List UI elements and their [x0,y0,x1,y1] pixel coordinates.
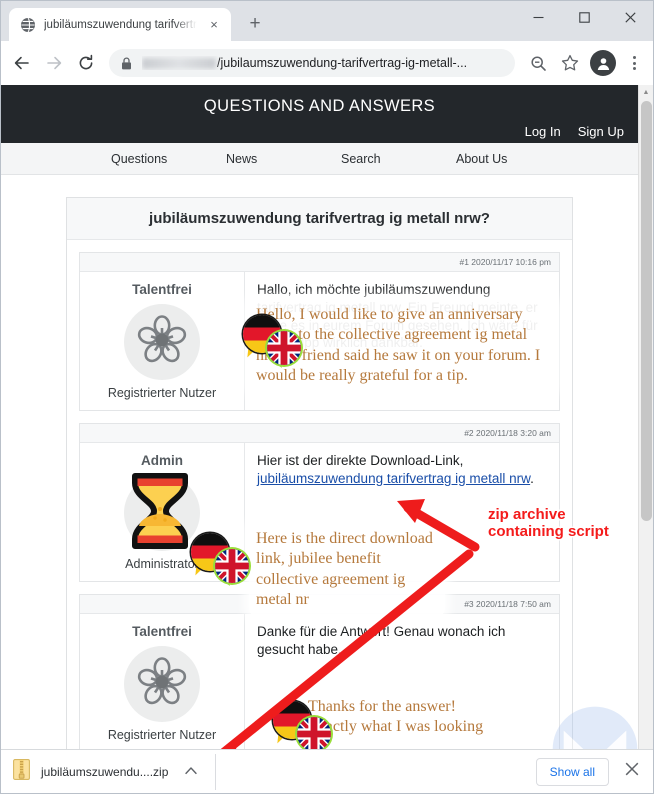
star-icon[interactable] [555,48,585,78]
profile-avatar-icon[interactable] [590,50,616,76]
download-file-name: jubiläumszuwendu....zip [41,764,169,779]
hourglass-icon [123,468,197,559]
post-body-suffix: . [530,470,534,486]
lock-icon [121,56,133,70]
zip-file-icon [13,758,30,785]
nav-item-search[interactable]: Search [341,152,456,166]
url-path: /jubilaumszuwendung-tarifvertrag-ig-meta… [217,56,468,70]
avatar [124,472,200,551]
browser-toolbar: /jubilaumszuwendung-tarifvertrag-ig-meta… [1,41,653,85]
download-bar: jubiläumszuwendu....zip Show all [1,749,653,793]
download-link[interactable]: jubiläumszuwendung tarifvertrag ig metal… [257,471,530,486]
close-icon[interactable]: × [205,16,223,34]
login-link[interactable]: Log In [525,124,561,139]
post-author-name: Talentfrei [132,624,192,639]
uk-flag-icon [267,331,301,365]
search-minus-icon[interactable] [523,48,553,78]
auth-links: Log In Sign Up [525,124,624,139]
url-text: /jubilaumszuwendung-tarifvertrag-ig-meta… [142,56,467,70]
chevron-up-icon[interactable] [185,766,198,778]
annotation-line-1: zip archive [488,506,566,523]
flower-icon [134,654,190,715]
uk-flag-icon [215,549,249,583]
nav-item-questions[interactable]: Questions [111,152,226,166]
page-viewport: QUESTIONS AND ANSWERS Log In Sign Up Que… [1,85,653,791]
browser-window: jubiläumszuwendung tarifvertrag × + /jub… [0,0,654,794]
site-title: QUESTIONS AND ANSWERS [203,97,436,115]
uk-flag-icon [297,717,331,751]
post-author-block: Talentfrei Registrierter Nutzer [80,614,245,752]
download-item[interactable]: jubiläumszuwendu....zip [13,757,198,787]
address-bar[interactable]: /jubilaumszuwendung-tarifvertrag-ig-meta… [109,49,515,77]
post-meta: #2 2020/11/18 3:20 am [80,424,559,443]
close-window-button[interactable] [607,1,653,33]
thread-container: jubiläumszuwendung tarifvertrag ig metal… [66,197,573,778]
page-scrollbar[interactable]: ▲ [638,85,653,791]
avatar [124,304,200,380]
reload-button[interactable] [71,48,101,78]
post-author-role: Registrierter Nutzer [107,386,217,400]
flower-icon [134,312,190,373]
download-bar-actions: Show all [535,757,641,786]
post-author-block: Talentfrei Registrierter Nutzer [80,272,245,410]
web-page: QUESTIONS AND ANSWERS Log In Sign Up Que… [1,85,638,791]
divider [215,753,217,790]
maximize-button[interactable] [561,1,607,33]
translation-overlay-2: Here is the direct download link, jubile… [249,525,445,615]
close-download-bar-icon[interactable] [623,762,641,781]
nav-item-news[interactable]: News [226,152,341,166]
site-nav: Questions News Search About Us [1,143,638,175]
page-title: jubiläumszuwendung tarifvertrag ig metal… [67,198,572,240]
avatar [124,646,200,722]
site-header: QUESTIONS AND ANSWERS Log In Sign Up [1,85,638,143]
translate-flags-2 [191,533,253,588]
show-all-button[interactable]: Show all [535,757,609,786]
forward-button[interactable] [39,48,69,78]
new-tab-button[interactable]: + [241,10,269,38]
browser-tab[interactable]: jubiläumszuwendung tarifvertrag × [9,8,231,41]
nav-item-about-us[interactable]: About Us [456,152,571,166]
signup-link[interactable]: Sign Up [578,124,624,139]
window-controls [515,1,653,33]
globe-icon [20,17,36,33]
page-content: jubiläumszuwendung tarifvertrag ig metal… [1,175,638,778]
post-body-text: Danke für die Antwort! Genau wonach ich … [257,624,506,657]
redacted-domain [142,57,216,69]
post-meta: #1 2020/11/17 10:16 pm [80,253,559,272]
minimize-button[interactable] [515,1,561,33]
back-button[interactable] [7,48,37,78]
post-body-text: Hier ist der direkte Download-Link, [257,453,464,468]
scroll-up-icon[interactable]: ▲ [639,85,653,100]
post-author-name: Talentfrei [132,282,192,297]
translate-flags-3 [273,701,335,756]
post-author-role: Registrierter Nutzer [107,728,217,742]
annotation-line-2: containing script [488,523,609,541]
annotation-zip-archive: zip archive containing script [488,506,609,541]
post-author-name: Admin [141,453,183,468]
three-dot-menu-icon[interactable] [621,56,647,70]
tab-strip: jubiläumszuwendung tarifvertrag × + [1,1,653,41]
tab-title: jubiläumszuwendung tarifvertrag [44,18,197,31]
translate-flags-1 [243,315,305,370]
scrollbar-thumb[interactable] [641,101,652,521]
